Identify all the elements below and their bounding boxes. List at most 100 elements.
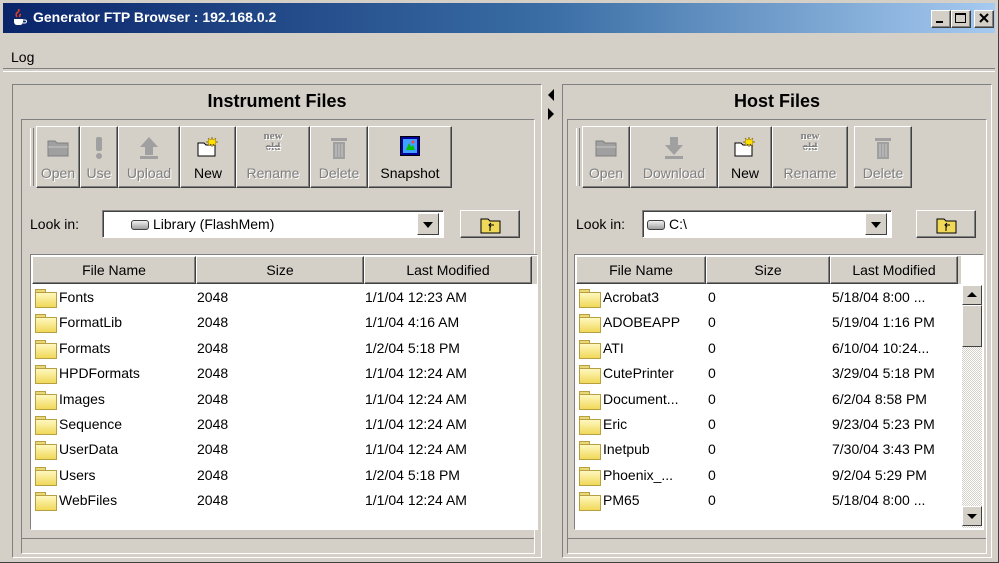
vertical-scrollbar[interactable]	[962, 285, 982, 528]
table-row[interactable]: Images 2048 1/1/04 12:24 AM	[32, 387, 537, 413]
table-row[interactable]: ATI 0 6/10/04 10:24...	[576, 336, 961, 362]
col-last-modified[interactable]: Last Modified	[830, 256, 958, 284]
new-button[interactable]: New	[180, 126, 236, 188]
combo-dropdown-button[interactable]	[417, 213, 439, 235]
table-row[interactable]: FormatLib 2048 1/1/04 4:16 AM	[32, 310, 537, 336]
last-modified-cell: 1/2/04 5:18 PM	[365, 339, 460, 356]
table-row[interactable]: Formats 2048 1/2/04 5:18 PM	[32, 336, 537, 362]
table-row[interactable]: ADOBEAPP 0 5/19/04 1:16 PM	[576, 310, 961, 336]
table-row[interactable]: Fonts 2048 1/1/04 12:23 AM	[32, 285, 537, 311]
col-size[interactable]: Size	[706, 256, 830, 284]
close-icon	[979, 13, 989, 23]
maximize-button[interactable]	[951, 10, 971, 28]
file-size-cell: 0	[708, 441, 716, 458]
scroll-up-button[interactable]	[962, 285, 982, 305]
title-bar[interactable]: Generator FTP Browser : 192.168.0.2	[3, 3, 995, 33]
minimize-button[interactable]	[931, 10, 951, 28]
file-name-cell: WebFiles	[59, 492, 118, 509]
last-modified-cell: 1/1/04 12:24 AM	[365, 441, 467, 458]
table-row[interactable]: Phoenix_... 0 9/2/04 5:29 PM	[576, 463, 961, 489]
table-row[interactable]: CutePrinter 0 3/29/04 5:18 PM	[576, 361, 961, 387]
last-modified-cell: 1/1/04 12:24 AM	[365, 416, 467, 432]
folder-icon	[35, 492, 57, 512]
open-button[interactable]: Open	[582, 126, 630, 188]
file-size-cell: 2048	[197, 416, 229, 432]
chevron-down-icon	[967, 514, 977, 519]
table-row[interactable]: Document... 0 6/2/04 8:58 PM	[576, 387, 961, 413]
toolbar-grip[interactable]	[30, 128, 34, 186]
file-name-cell: Fonts	[59, 289, 95, 305]
close-button[interactable]	[974, 10, 994, 28]
table-row[interactable]: HPDFormats 2048 1/1/04 12:24 AM	[32, 361, 537, 387]
col-last-modified[interactable]: Last Modified	[364, 256, 532, 284]
toolbar-grip[interactable]	[576, 128, 580, 186]
file-name-cell: Document...	[603, 390, 679, 407]
last-modified-cell: 5/18/04 8:00 ...	[832, 492, 926, 509]
delete-button[interactable]: Delete	[854, 126, 912, 188]
file-name-cell: Images	[59, 390, 105, 407]
last-modified-cell: 1/1/04 12:24 AM	[365, 492, 467, 509]
folder-icon	[579, 339, 601, 359]
open-button[interactable]: Open	[36, 126, 80, 188]
table-row[interactable]: UserData 2048 1/1/04 12:24 AM	[32, 437, 537, 463]
col-file-name[interactable]: File Name	[32, 256, 196, 284]
file-size-cell: 0	[708, 339, 716, 356]
table-row[interactable]: Inetpub 0 7/30/04 3:43 PM	[576, 437, 961, 463]
last-modified-cell: 3/29/04 5:18 PM	[832, 365, 935, 382]
look-in-combobox[interactable]: C:\	[642, 210, 892, 238]
download-button[interactable]: Download	[630, 126, 718, 188]
file-name-cell: Sequence	[59, 416, 123, 432]
scroll-down-button[interactable]	[962, 506, 982, 526]
host-file-table: File Name Size Last Modified Acrobat3 0 5/…	[574, 254, 984, 530]
upload-button[interactable]: Upload	[118, 126, 180, 188]
rename-icon: new old	[800, 130, 820, 153]
table-row[interactable]: Eric 0 9/23/04 5:23 PM	[576, 412, 961, 438]
table-header: File Name Size Last Modified	[32, 256, 537, 284]
instrument-files-inner: Open Use Upload New new old Rename Delet…	[21, 119, 538, 554]
last-modified-cell: 9/2/04 5:29 PM	[832, 466, 927, 483]
menu-log[interactable]: Log	[11, 49, 34, 65]
table-row[interactable]: Acrobat3 0 5/18/04 8:00 ...	[576, 285, 961, 311]
snapshot-button[interactable]: Snapshot	[368, 126, 452, 188]
look-in-combobox[interactable]: Library (FlashMem)	[102, 210, 444, 238]
table-row[interactable]: Users 2048 1/2/04 5:18 PM	[32, 463, 537, 489]
table-row[interactable]: WebFiles 2048 1/1/04 12:24 AM	[32, 488, 537, 514]
combo-dropdown-button[interactable]	[865, 213, 887, 235]
file-size-cell: 2048	[197, 365, 229, 382]
last-modified-cell: 9/23/04 5:23 PM	[832, 416, 935, 432]
folder-icon	[579, 289, 601, 308]
look-in-value: Library (FlashMem)	[153, 216, 275, 232]
scroll-thumb[interactable]	[962, 305, 982, 347]
file-name-cell: Formats	[59, 339, 111, 356]
folder-icon	[579, 390, 601, 410]
look-in-value: C:\	[669, 216, 687, 232]
chevron-up-icon	[967, 292, 977, 297]
file-size-cell: 2048	[197, 466, 229, 483]
chevron-down-icon	[871, 222, 881, 228]
col-size[interactable]: Size	[196, 256, 364, 284]
collapse-arrows-icon[interactable]	[544, 86, 560, 126]
file-size-cell: 2048	[197, 441, 229, 458]
last-modified-cell: 6/2/04 8:58 PM	[832, 390, 927, 407]
table-row[interactable]: PM65 0 5/18/04 8:00 ...	[576, 488, 961, 514]
up-folder-button[interactable]	[460, 210, 520, 238]
col-file-name[interactable]: File Name	[576, 256, 706, 284]
up-folder-button[interactable]	[916, 210, 976, 238]
file-size-cell: 0	[708, 466, 716, 483]
delete-button[interactable]: Delete	[310, 126, 368, 188]
host-files-title: Host Files	[733, 91, 821, 111]
table-row[interactable]: Sequence 2048 1/1/04 12:24 AM	[32, 412, 537, 438]
rename-button[interactable]: new old Rename	[772, 126, 848, 188]
file-size-cell: 2048	[197, 314, 229, 331]
new-button[interactable]: New	[718, 126, 772, 188]
file-name-cell: CutePrinter	[603, 365, 674, 382]
folder-icon	[579, 416, 601, 435]
upload-arrow-icon	[140, 137, 158, 159]
panel-splitter[interactable]	[544, 84, 560, 558]
use-button[interactable]: Use	[80, 126, 118, 188]
file-name-cell: ADOBEAPP	[603, 314, 681, 331]
folder-icon	[579, 441, 601, 461]
folder-icon	[35, 314, 57, 334]
exclamation-icon	[96, 137, 102, 159]
rename-button[interactable]: new old Rename	[236, 126, 310, 188]
